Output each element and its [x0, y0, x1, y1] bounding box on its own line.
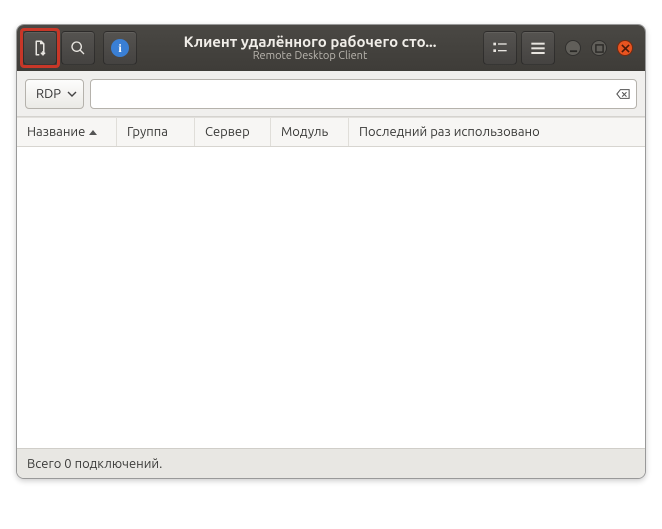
info-icon: i: [111, 39, 129, 57]
about-button[interactable]: i: [103, 31, 137, 65]
protocol-value: RDP: [36, 87, 61, 101]
view-mode-button[interactable]: [483, 31, 517, 65]
menu-button[interactable]: [521, 31, 555, 65]
table-header: Название Группа Сервер Модуль Последний …: [17, 117, 645, 147]
address-field-wrap: [90, 79, 637, 109]
clear-input-button[interactable]: [615, 86, 631, 102]
chevron-down-icon: [67, 89, 77, 99]
protocol-selector[interactable]: RDP: [25, 79, 84, 109]
status-text: Всего 0 подключений.: [27, 457, 162, 471]
minimize-button[interactable]: [565, 40, 581, 56]
connection-bar: RDP: [17, 71, 645, 117]
column-plugin[interactable]: Модуль: [271, 118, 349, 146]
minimize-icon: [569, 44, 578, 53]
column-server[interactable]: Сервер: [195, 118, 271, 146]
column-server-label: Сервер: [205, 125, 250, 139]
titlebar: i Клиент удалённого рабочего сто... Remo…: [17, 25, 645, 71]
maximize-icon: [595, 44, 604, 53]
window-title: Клиент удалённого рабочего сто...: [141, 34, 479, 51]
app-window: i Клиент удалённого рабочего сто... Remo…: [16, 24, 646, 479]
connection-list: [17, 147, 645, 448]
status-bar: Всего 0 подключений.: [17, 448, 645, 478]
search-icon: [70, 40, 86, 56]
hamburger-icon: [530, 41, 546, 55]
backspace-icon: [616, 87, 630, 101]
column-last-used[interactable]: Последний раз использовано: [349, 118, 645, 146]
column-group-label: Группа: [127, 125, 168, 139]
list-detail-icon: [492, 41, 508, 55]
column-name[interactable]: Название: [17, 118, 117, 146]
address-input[interactable]: [90, 79, 637, 109]
column-name-label: Название: [27, 125, 85, 139]
window-subtitle: Remote Desktop Client: [141, 50, 479, 62]
new-document-icon: [31, 39, 49, 57]
search-button[interactable]: [61, 31, 95, 65]
column-group[interactable]: Группа: [117, 118, 195, 146]
window-controls: [559, 40, 639, 56]
title-block: Клиент удалённого рабочего сто... Remote…: [141, 34, 479, 63]
close-icon: [621, 44, 630, 53]
maximize-button[interactable]: [591, 40, 607, 56]
new-connection-button[interactable]: [23, 31, 57, 65]
column-plugin-label: Модуль: [281, 125, 328, 139]
close-button[interactable]: [617, 40, 633, 56]
column-last-label: Последний раз использовано: [359, 125, 540, 139]
